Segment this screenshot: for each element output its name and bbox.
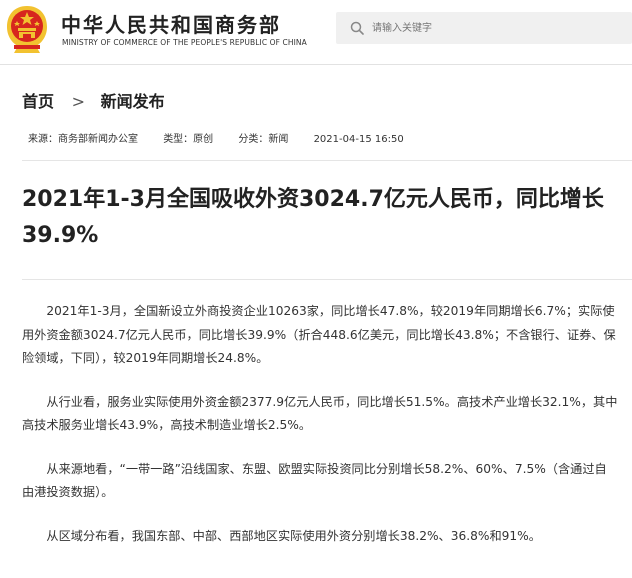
chevron-right-icon: > [71, 92, 85, 111]
meta-source: 来源：商务部新闻办公室 [28, 134, 138, 145]
search-input[interactable] [372, 18, 622, 38]
search-box[interactable] [336, 12, 632, 44]
search-icon[interactable] [350, 21, 364, 35]
article-body: 2021年1-3月，全国新设立外商投资企业10263家，同比增长47.8%，较2… [22, 300, 618, 568]
site-header: 中华人民共和国商务部 MINISTRY OF COMMERCE OF THE P… [0, 0, 632, 60]
meta-divider [22, 160, 632, 161]
site-title[interactable]: 中华人民共和国商务部 [61, 9, 281, 38]
meta-category: 分类：新闻 [238, 134, 289, 145]
article-paragraph: 从来源地看，“一带一路”沿线国家、东盟、欧盟实际投资同比分别增长58.2%、60… [22, 461, 607, 500]
national-emblem-icon[interactable] [4, 5, 50, 55]
article-paragraph: 从区域分布看，我国东部、中部、西部地区实际使用外资分别增长38.2%、36.8%… [46, 528, 541, 543]
breadcrumb-home-link[interactable]: 首页 [22, 92, 54, 111]
title-divider [22, 279, 632, 280]
header-divider [0, 64, 632, 65]
site-subtitle: MINISTRY OF COMMERCE OF THE PEOPLE'S REP… [62, 38, 307, 47]
article-title: 2021年1-3月全国吸收外资3024.7亿元人民币，同比增长39.9% [22, 187, 604, 248]
article-paragraph: 从行业看，服务业实际使用外资金额2377.9亿元人民币，同比增长51.5%。高技… [22, 394, 618, 433]
article-paragraph: 2021年1-3月，全国新设立外商投资企业10263家，同比增长47.8%，较2… [22, 304, 616, 365]
breadcrumb-current[interactable]: 新闻发布 [101, 92, 165, 111]
article-meta: 来源：商务部新闻办公室 类型：原创 分类：新闻 2021-04-15 16:50 [28, 130, 426, 145]
meta-datetime: 2021-04-15 16:50 [313, 134, 404, 145]
meta-type: 类型：原创 [163, 134, 214, 145]
breadcrumb: 首页 > 新闻发布 [22, 88, 165, 112]
